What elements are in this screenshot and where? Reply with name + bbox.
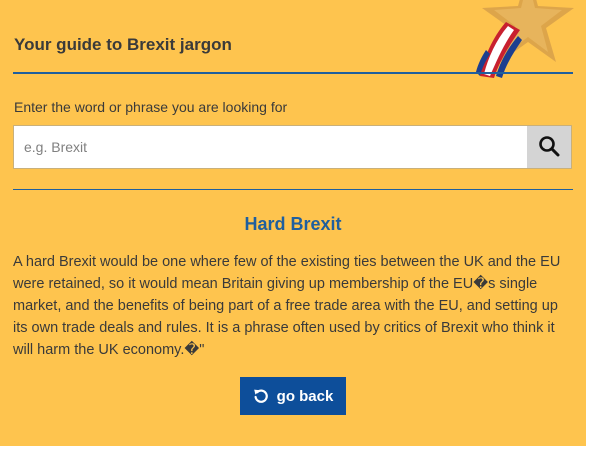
content-divider: [13, 189, 573, 190]
search-input[interactable]: [14, 126, 527, 168]
page-title: Your guide to Brexit jargon: [14, 35, 232, 54]
search-prompt: Enter the word or phrase you are looking…: [14, 99, 288, 115]
search-bar: [13, 125, 572, 169]
jargon-guide-panel: Your guide to Brexit jargon Enter the wo…: [0, 0, 586, 446]
go-back-label: go back: [276, 387, 334, 405]
search-button[interactable]: [527, 126, 571, 168]
header-divider: [13, 72, 573, 74]
union-jack-star-logo: [470, 0, 586, 80]
go-back-button[interactable]: go back: [240, 377, 346, 415]
term-heading: Hard Brexit: [244, 214, 342, 234]
term-definition: A hard Brexit would be one where few of …: [13, 254, 561, 358]
search-icon: [538, 135, 560, 160]
undo-icon: [253, 388, 269, 404]
